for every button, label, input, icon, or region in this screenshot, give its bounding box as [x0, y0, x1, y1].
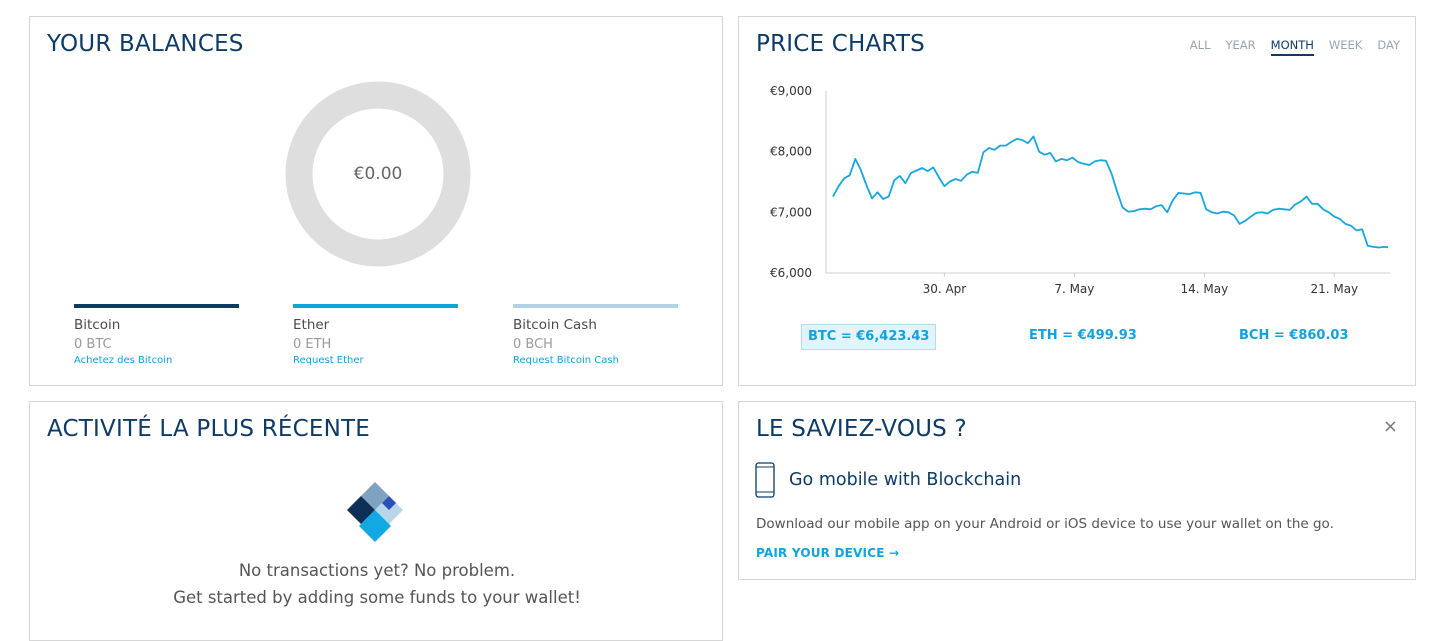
- coin-amount: 0 BCH: [513, 337, 553, 352]
- bitcoin-cash-bar: [513, 304, 678, 308]
- x-tick-label: 7. May: [1054, 282, 1094, 296]
- tab-all[interactable]: ALL: [1190, 38, 1211, 56]
- timeframe-tabs: ALL YEAR MONTH WEEK DAY: [1175, 38, 1400, 56]
- y-tick-label: €6,000: [770, 266, 812, 280]
- coin-amount: 0 BTC: [74, 337, 112, 352]
- coin-name: Bitcoin: [74, 317, 121, 333]
- y-tick-label: €7,000: [770, 205, 812, 219]
- tip-body: Download our mobile app on your Android …: [756, 516, 1334, 532]
- did-you-know-card: LE SAVIEZ-VOUS ? × Go mobile with Blockc…: [738, 401, 1416, 580]
- did-you-know-title: LE SAVIEZ-VOUS ?: [756, 416, 967, 442]
- recent-activity-title: ACTIVITÉ LA PLUS RÉCENTE: [47, 416, 370, 442]
- balances-card: YOUR BALANCES €0.00 Bitcoin 0 BTC Achete…: [29, 16, 723, 386]
- bch-price-ticker[interactable]: BCH = €860.03: [1239, 324, 1348, 348]
- y-tick-label: €9,000: [770, 84, 812, 98]
- price-charts-card: PRICE CHARTS ALL YEAR MONTH WEEK DAY €6,…: [738, 16, 1416, 386]
- ticker-row: BTC = €6,423.43 ETH = €499.93 BCH = €860…: [739, 324, 1417, 350]
- balance-donut-chart: €0.00: [285, 81, 471, 267]
- ether-bar: [293, 304, 458, 308]
- empty-message-line1: No transactions yet? No problem.: [238, 561, 516, 580]
- buy-bitcoin-link[interactable]: Achetez des Bitcoin: [74, 355, 239, 366]
- balances-title: YOUR BALANCES: [47, 31, 244, 57]
- coin-name: Ether: [293, 317, 330, 333]
- total-balance: €0.00: [353, 164, 403, 184]
- tab-week[interactable]: WEEK: [1329, 38, 1362, 56]
- recent-activity-card: ACTIVITÉ LA PLUS RÉCENTE No transactions…: [29, 401, 723, 641]
- blockchain-logo-icon: [347, 482, 403, 542]
- empty-message-line2: Get started by adding some funds to your…: [173, 588, 581, 607]
- x-tick-label: 30. Apr: [923, 282, 967, 296]
- tab-year[interactable]: YEAR: [1225, 38, 1255, 56]
- x-tick-label: 14. May: [1180, 282, 1228, 296]
- pair-device-link[interactable]: PAIR YOUR DEVICE →: [756, 546, 899, 560]
- price-charts-title: PRICE CHARTS: [756, 31, 925, 57]
- coin-bitcoin-cash: Bitcoin Cash 0 BCH Request Bitcoin Cash: [513, 304, 678, 366]
- price-line-chart: €6,000 €7,000 €8,000 €9,000 30. Apr 7. May 14.…: [770, 84, 1390, 296]
- coin-ether: Ether 0 ETH Request Ether: [293, 304, 458, 366]
- coin-amount: 0 ETH: [293, 337, 332, 352]
- coin-bitcoin: Bitcoin 0 BTC Achetez des Bitcoin: [74, 304, 239, 366]
- request-ether-link[interactable]: Request Ether: [293, 355, 458, 366]
- tab-month[interactable]: MONTH: [1270, 38, 1314, 56]
- coin-name: Bitcoin Cash: [513, 317, 597, 333]
- x-tick-label: 21. May: [1310, 282, 1358, 296]
- series-line-btc: [832, 135, 1389, 249]
- btc-price-ticker[interactable]: BTC = €6,423.43: [801, 324, 937, 350]
- y-tick-label: €8,000: [770, 145, 812, 159]
- close-icon[interactable]: ×: [1383, 418, 1398, 436]
- bitcoin-bar: [74, 304, 239, 308]
- mobile-phone-icon: [755, 462, 775, 498]
- request-bitcoin-cash-link[interactable]: Request Bitcoin Cash: [513, 355, 678, 366]
- tip-heading: Go mobile with Blockchain: [789, 470, 1022, 490]
- eth-price-ticker[interactable]: ETH = €499.93: [1029, 324, 1137, 348]
- tab-day[interactable]: DAY: [1377, 38, 1400, 56]
